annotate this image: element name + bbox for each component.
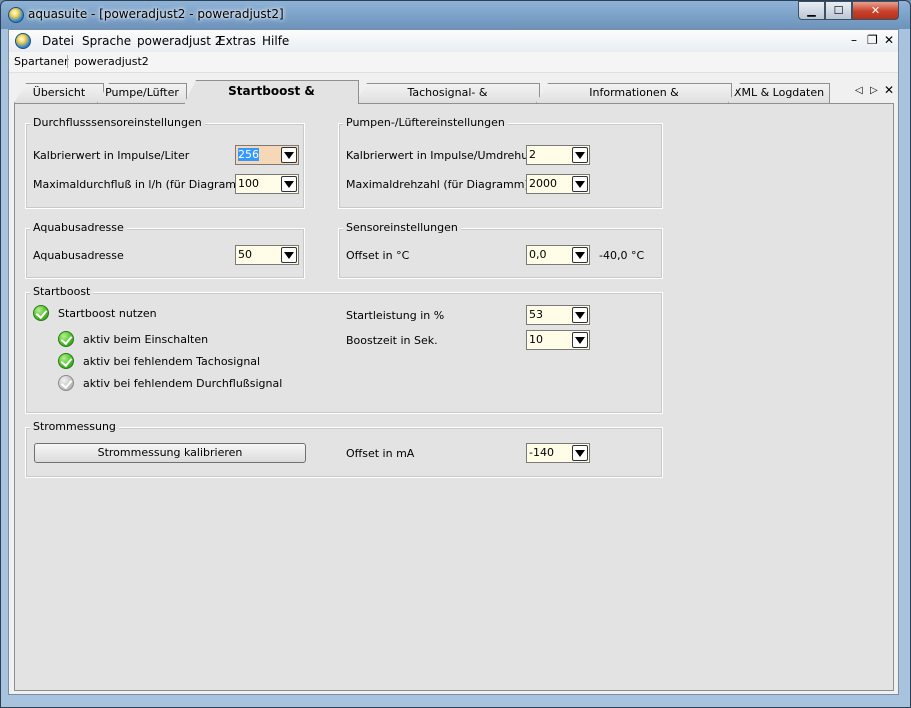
mdi-minimize-icon[interactable]: – xyxy=(851,33,857,47)
startboost-time-label: Boostzeit in Sek. xyxy=(346,334,438,347)
tab-pumpe-luefter[interactable]: Pumpe/Lüfter xyxy=(97,83,187,103)
title-bar[interactable]: aquasuite - [poweradjust2 - poweradjust2… xyxy=(1,1,910,29)
breadcrumb-item[interactable]: poweradjust2 xyxy=(74,55,149,68)
dropdown-arrow-icon[interactable] xyxy=(281,247,297,263)
option-checkbox-einschalten[interactable] xyxy=(58,331,74,347)
app-window: aquasuite - [poweradjust2 - poweradjust2… xyxy=(0,0,911,708)
pump-max-label: Maximaldrehzahl (für Diagramm) xyxy=(346,178,529,191)
mdi-close-icon[interactable]: ✕ xyxy=(884,33,894,47)
option-label[interactable]: aktiv beim Einschalten xyxy=(83,333,208,346)
group-startboost: Startboost Startboost nutzen aktiv beim … xyxy=(25,285,663,414)
close-icon: ✕ xyxy=(870,4,881,17)
maximize-button[interactable]: ☐ xyxy=(825,1,852,20)
pump-max-combo[interactable]: 2000 xyxy=(526,174,590,194)
tab-startboost[interactable]: Startboost & Kalibrierwerte xyxy=(184,80,359,104)
group-aquabus: Aquabusadresse Aquabusadresse 50 xyxy=(25,221,305,279)
option-checkbox-durchfluss[interactable] xyxy=(58,375,74,391)
flow-max-label: Maximaldurchfluß in l/h (für Diagramm) xyxy=(33,178,252,191)
breadcrumb-separator xyxy=(67,55,68,68)
startboost-power-value[interactable]: 53 xyxy=(529,308,543,321)
dropdown-arrow-icon[interactable] xyxy=(572,332,588,348)
minimize-icon: ▁ xyxy=(807,4,816,17)
group-title: Durchflusssensoreinstellungen xyxy=(30,116,205,129)
group-pump-fan: Pumpen-/Lüftereinstellungen Kalbrierwert… xyxy=(338,116,663,209)
current-offset-value[interactable]: -140 xyxy=(529,446,554,459)
group-current: Strommessung Strommessung kalibrieren Of… xyxy=(25,420,663,478)
close-button[interactable]: ✕ xyxy=(852,1,899,20)
sensor-offset-combo[interactable]: 0,0 xyxy=(526,245,590,265)
sensor-offset-label: Offset in °C xyxy=(346,249,410,262)
startboost-power-label: Startleistung in % xyxy=(346,309,445,322)
tab-close-icon[interactable]: ✕ xyxy=(884,83,894,97)
startboost-use-checkbox[interactable] xyxy=(33,305,49,321)
sensor-reading: -40,0 °C xyxy=(599,249,645,262)
aquabus-combo[interactable]: 50 xyxy=(235,245,299,265)
aquabus-value[interactable]: 50 xyxy=(238,248,252,261)
tab-tachosignal[interactable]: Tachosignal- & Alarmeinstellungen xyxy=(355,83,540,103)
option-label[interactable]: aktiv bei fehlendem Tachosignal xyxy=(83,355,260,368)
startboost-time-combo[interactable]: 10 xyxy=(526,330,590,350)
sensor-offset-value[interactable]: 0,0 xyxy=(529,248,547,261)
group-title: Aquabusadresse xyxy=(30,221,127,234)
tab-scroll-left-icon[interactable]: ◁ xyxy=(855,85,863,96)
maximize-icon: ☐ xyxy=(833,4,844,17)
aquabus-label: Aquabusadresse xyxy=(33,249,124,262)
calibrate-current-button[interactable]: Strommessung kalibrieren xyxy=(34,443,306,463)
dropdown-arrow-icon[interactable] xyxy=(572,147,588,163)
tab-page-startboost: Durchflusssensoreinstellungen Kalbrierwe… xyxy=(14,103,894,691)
dropdown-arrow-icon[interactable] xyxy=(281,147,297,163)
dropdown-arrow-icon[interactable] xyxy=(572,247,588,263)
breadcrumb: Spartaner poweradjust2 xyxy=(9,52,898,73)
dropdown-arrow-icon[interactable] xyxy=(281,176,297,192)
breadcrumb-item[interactable]: Spartaner xyxy=(14,55,69,68)
menu-poweradjust[interactable]: poweradjust 2 xyxy=(137,34,222,48)
group-sensor: Sensoreinstellungen Offset in °C 0,0 -40… xyxy=(338,221,663,279)
current-offset-label: Offset in mA xyxy=(346,447,415,460)
option-label[interactable]: aktiv bei fehlendem Durchflußsignal xyxy=(83,377,282,390)
mdi-restore-icon[interactable]: ❐ xyxy=(867,33,878,47)
menu-sprache[interactable]: Sprache xyxy=(82,34,131,48)
tab-strip: Übersicht Pumpe/Lüfter Startboost & Kali… xyxy=(9,78,898,104)
startboost-use-label[interactable]: Startboost nutzen xyxy=(58,307,157,320)
flow-max-combo[interactable]: 100 xyxy=(235,174,299,194)
window-title: aquasuite - [poweradjust2 - poweradjust2… xyxy=(28,7,284,21)
menu-bar: Datei Sprache poweradjust 2 Extras Hilfe… xyxy=(9,30,898,52)
menu-datei[interactable]: Datei xyxy=(42,34,74,48)
group-title: Startboost xyxy=(30,285,94,298)
flow-calib-label: Kalbrierwert in Impulse/Liter xyxy=(33,149,190,162)
group-title: Pumpen-/Lüftereinstellungen xyxy=(343,116,508,129)
flow-calib-combo[interactable]: 256 xyxy=(235,145,299,165)
group-flow-sensor: Durchflusssensoreinstellungen Kalbrierwe… xyxy=(25,116,305,209)
flow-max-value[interactable]: 100 xyxy=(238,177,259,190)
group-title: Sensoreinstellungen xyxy=(343,221,461,234)
client-area: Datei Sprache poweradjust 2 Extras Hilfe… xyxy=(8,29,899,695)
current-offset-combo[interactable]: -140 xyxy=(526,443,590,463)
pump-calib-label: Kalbrierwert in Impulse/Umdrehung xyxy=(346,149,543,162)
flow-calib-value[interactable]: 256 xyxy=(238,148,259,161)
pump-calib-value[interactable]: 2 xyxy=(529,148,536,161)
dropdown-arrow-icon[interactable] xyxy=(572,176,588,192)
menu-extras[interactable]: Extras xyxy=(218,34,256,48)
tab-xml-logdaten[interactable]: XML & Logdaten xyxy=(728,83,830,103)
pump-max-value[interactable]: 2000 xyxy=(529,177,557,190)
minimize-button[interactable]: ▁ xyxy=(798,1,825,20)
aquasuite-logo-icon xyxy=(8,7,24,23)
tab-uebersicht[interactable]: Übersicht xyxy=(14,83,104,103)
document-logo-icon[interactable] xyxy=(15,33,31,49)
dropdown-arrow-icon[interactable] xyxy=(572,445,588,461)
group-title: Strommessung xyxy=(30,420,119,433)
dropdown-arrow-icon[interactable] xyxy=(572,307,588,323)
menu-hilfe[interactable]: Hilfe xyxy=(262,34,289,48)
pump-calib-combo[interactable]: 2 xyxy=(526,145,590,165)
startboost-time-value[interactable]: 10 xyxy=(529,333,543,346)
option-checkbox-tachosignal[interactable] xyxy=(58,353,74,369)
tab-informationen[interactable]: Informationen & Schlüsselverwaltung xyxy=(536,83,732,103)
startboost-power-combo[interactable]: 53 xyxy=(526,305,590,325)
tab-scroll-right-icon[interactable]: ▷ xyxy=(870,85,878,96)
